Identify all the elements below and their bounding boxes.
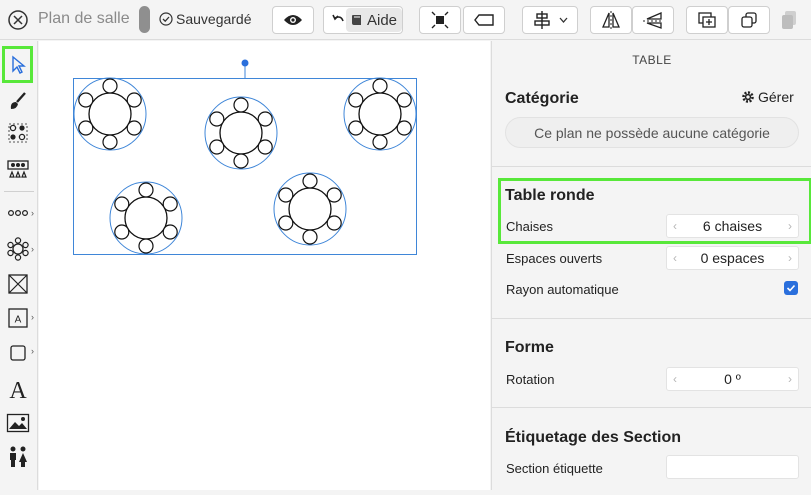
shape-heading: Forme <box>505 339 554 356</box>
manage-label: Gérer <box>758 89 794 105</box>
chairs-value-group: 6 chaises <box>703 218 762 234</box>
text-box-icon[interactable]: A <box>4 304 32 332</box>
tag-icon <box>474 14 494 26</box>
image-icon[interactable] <box>4 409 32 437</box>
flip-horizontal-icon <box>602 11 620 29</box>
section-labeling-heading: Étiquetage des Section <box>505 429 682 446</box>
section-icon[interactable] <box>4 155 32 183</box>
section-divider <box>492 318 811 319</box>
category-empty-message: Ce plan ne possède aucune catégorie <box>505 117 799 148</box>
manage-categories-button[interactable]: Gérer <box>741 89 794 105</box>
preview-button[interactable] <box>272 6 314 34</box>
auto-radius-label: Rayon automatique <box>506 282 619 297</box>
rect-table-icon[interactable] <box>4 270 32 298</box>
align-dropdown[interactable] <box>522 6 578 34</box>
duplicate-add-button[interactable] <box>686 6 728 34</box>
auto-radius-checkbox[interactable] <box>784 281 798 295</box>
seat-group-icon[interactable] <box>4 119 32 147</box>
eye-icon <box>284 15 302 25</box>
chevron-down-icon <box>559 17 568 23</box>
tool-divider <box>4 191 34 192</box>
chevron-right-icon[interactable]: › <box>31 346 34 356</box>
svg-text:A: A <box>15 315 22 326</box>
undo-icon <box>332 14 344 22</box>
chairs-value: 6 <box>702 218 711 234</box>
flip-vertical-icon <box>643 12 663 29</box>
text-icon[interactable]: A <box>4 375 32 403</box>
gear-icon <box>742 91 754 103</box>
increment-icon[interactable]: › <box>788 251 792 265</box>
open-spaces-value: 0 <box>700 250 709 266</box>
copy-icon <box>741 12 757 28</box>
label-tag-button[interactable] <box>463 6 505 34</box>
book-icon <box>351 14 361 25</box>
shape-icon[interactable] <box>4 339 32 367</box>
check-circle-icon <box>159 12 173 26</box>
chairs-stepper[interactable]: ‹ 6 chaises › <box>666 214 799 238</box>
saved-status: Sauvegardé <box>159 11 252 27</box>
rotation-stepper[interactable]: ‹ 0 º › <box>666 367 799 391</box>
people-icon[interactable] <box>4 443 32 471</box>
open-spaces-label: Espaces ouverts <box>506 251 603 266</box>
page-title: Plan de salle <box>38 10 130 27</box>
center-focus-icon <box>431 11 449 29</box>
rotation-label: Rotation <box>506 372 555 387</box>
chairs-unit: chaises <box>714 218 763 234</box>
decrement-icon[interactable]: ‹ <box>673 219 677 233</box>
decrement-icon[interactable]: ‹ <box>673 372 677 386</box>
row-seats-icon[interactable] <box>4 199 32 227</box>
status-indicator <box>139 6 150 33</box>
round-table[interactable] <box>73 77 147 151</box>
help-label: Aide <box>366 11 398 29</box>
brush-icon[interactable] <box>4 87 32 115</box>
increment-icon[interactable]: › <box>788 372 792 386</box>
category-heading: Catégorie <box>505 90 579 107</box>
chevron-right-icon[interactable]: › <box>31 244 34 254</box>
open-spaces-value-group: 0 espaces <box>701 250 765 266</box>
help-button[interactable]: Aide <box>346 8 402 32</box>
saved-label: Sauvegardé <box>176 11 252 27</box>
panel-title: TABLE <box>632 53 672 67</box>
section-divider <box>492 407 811 408</box>
round-table[interactable] <box>343 77 417 151</box>
round-table[interactable] <box>204 96 278 170</box>
round-table-icon[interactable] <box>4 235 32 263</box>
flip-horizontal-button[interactable] <box>590 6 632 34</box>
section-divider <box>492 166 811 167</box>
increment-icon[interactable]: › <box>788 219 792 233</box>
check-icon <box>786 284 796 292</box>
chairs-label: Chaises <box>506 219 553 234</box>
floor-plan-canvas[interactable] <box>39 41 490 490</box>
rotation-value: 0 º <box>724 371 741 387</box>
copy-add-icon <box>698 12 716 28</box>
chevron-right-icon[interactable]: › <box>31 208 34 218</box>
close-icon[interactable] <box>7 9 29 31</box>
open-spaces-stepper[interactable]: ‹ 0 espaces › <box>666 246 799 270</box>
svg-text:A: A <box>9 378 27 401</box>
flip-vertical-button[interactable] <box>632 6 674 34</box>
duplicate-button[interactable] <box>728 6 770 34</box>
open-spaces-unit: espaces <box>712 250 765 266</box>
align-center-icon <box>534 11 550 29</box>
tool-sidebar: › › A › › A <box>0 41 38 490</box>
section-label-input[interactable] <box>666 455 799 479</box>
clipboard-icon[interactable] <box>781 10 797 35</box>
section-label-label: Section étiquette <box>506 461 603 476</box>
center-button[interactable] <box>419 6 461 34</box>
select-arrow-icon[interactable] <box>4 51 32 79</box>
decrement-icon[interactable]: ‹ <box>673 251 677 265</box>
properties-panel: TABLE Catégorie Gérer Ce plan ne possède… <box>491 41 811 490</box>
round-table[interactable] <box>273 172 347 246</box>
round-table[interactable] <box>109 181 183 255</box>
floor-plan-drawing[interactable] <box>39 41 490 490</box>
round-table-heading: Table ronde <box>505 187 595 204</box>
rotate-handle[interactable] <box>241 59 249 67</box>
chevron-right-icon[interactable]: › <box>31 312 34 322</box>
toolbar: Plan de salle Sauvegardé Aide <box>0 0 811 40</box>
